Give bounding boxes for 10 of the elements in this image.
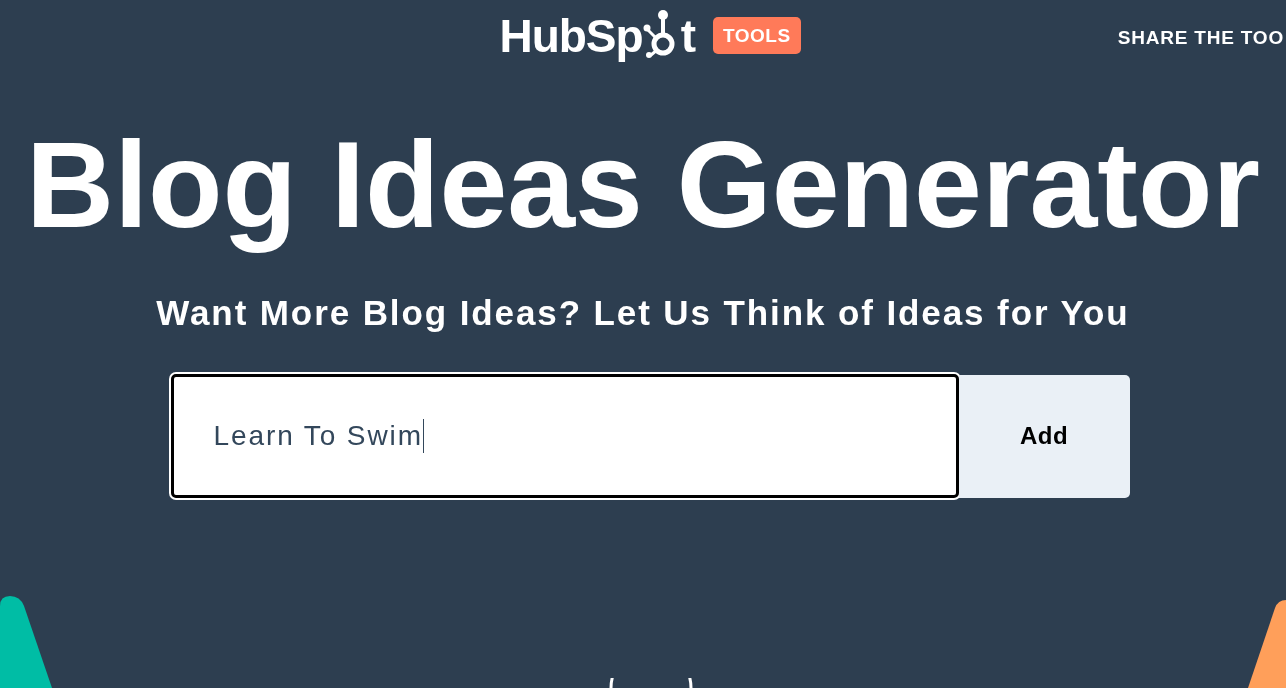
tools-badge: TOOLS — [712, 17, 801, 55]
page-subtitle: Want More Blog Ideas? Let Us Think of Ideas for You — [156, 292, 1130, 335]
add-button[interactable]: Add — [958, 374, 1130, 498]
page-title: Blog Ideas Generator — [26, 116, 1260, 255]
logo-text: HubSp — [499, 9, 643, 63]
logo-text: t — [680, 9, 695, 63]
share-link[interactable]: SHARE THE TOO — [1117, 28, 1284, 49]
arc-icon — [608, 678, 694, 688]
topic-input-field[interactable]: Learn To Swim — [170, 374, 959, 499]
text-cursor-icon — [422, 419, 425, 454]
